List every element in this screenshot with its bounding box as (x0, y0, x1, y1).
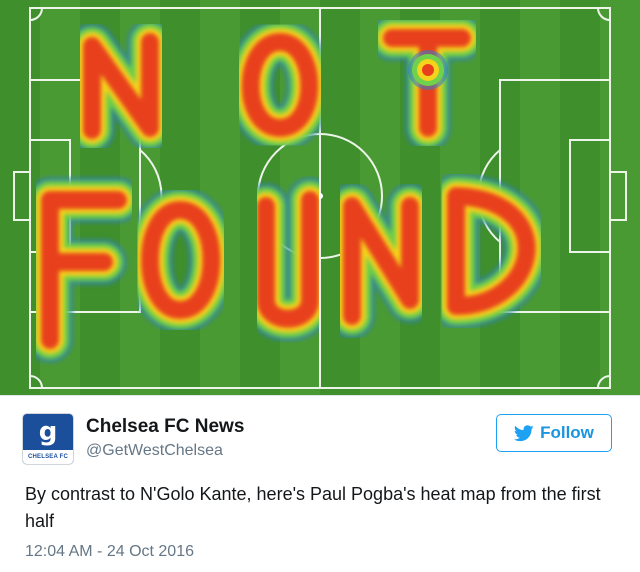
display-name[interactable]: Chelsea FC News (86, 416, 244, 438)
twitter-bird-icon (514, 424, 534, 441)
follow-label: Follow (540, 423, 594, 442)
avatar[interactable]: g CHELSEA FC (23, 414, 73, 464)
pitch-heatmap-image (0, 0, 640, 395)
tweet-card: g CHELSEA FC Chelsea FC News @GetWestChe… (0, 0, 640, 572)
tweet-text: By contrast to N'Golo Kante, here's Paul… (25, 484, 601, 531)
follow-button[interactable]: Follow (496, 414, 612, 452)
avatar-letter: g (38, 417, 58, 447)
avatar-caption: CHELSEA FC (23, 450, 73, 464)
heat-blob (422, 64, 434, 76)
handle[interactable]: @GetWestChelsea (86, 442, 223, 460)
tweet-timestamp[interactable]: 12:04 AM - 24 Oct 2016 (25, 543, 194, 561)
tweet-media[interactable] (0, 0, 640, 395)
